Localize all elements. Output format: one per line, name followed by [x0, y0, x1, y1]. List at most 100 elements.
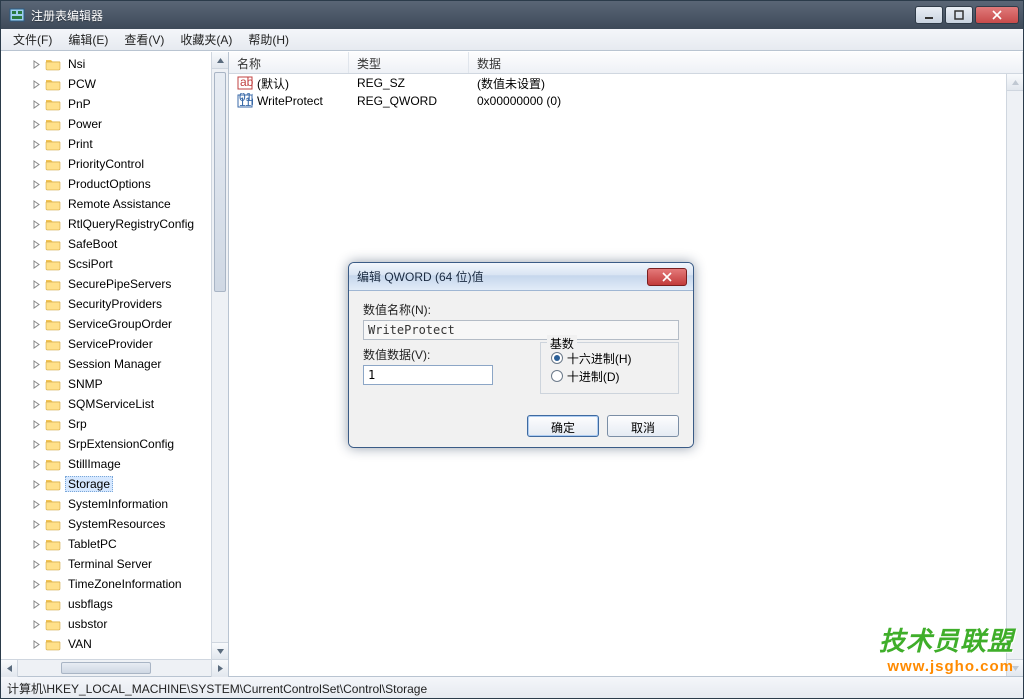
- tree-item[interactable]: SecurityProviders: [3, 294, 228, 314]
- tree-item[interactable]: ScsiPort: [3, 254, 228, 274]
- expand-icon[interactable]: [31, 159, 41, 169]
- expand-icon[interactable]: [31, 99, 41, 109]
- expand-icon[interactable]: [31, 119, 41, 129]
- tree-item[interactable]: usbstor: [3, 614, 228, 634]
- expand-icon[interactable]: [31, 199, 41, 209]
- expand-icon[interactable]: [31, 459, 41, 469]
- tree-item[interactable]: SystemResources: [3, 514, 228, 534]
- registry-tree[interactable]: NsiPCW PnP PowerPrintPriorityControl Produc…: [1, 52, 228, 656]
- expand-icon[interactable]: [31, 279, 41, 289]
- tree-item[interactable]: ProductOptions: [3, 174, 228, 194]
- expand-icon[interactable]: [31, 319, 41, 329]
- expand-icon[interactable]: [31, 559, 41, 569]
- expand-icon[interactable]: [31, 639, 41, 649]
- cancel-button[interactable]: 取消: [607, 415, 679, 437]
- tree-item[interactable]: ServiceProvider: [3, 334, 228, 354]
- expand-icon[interactable]: [31, 139, 41, 149]
- list-row[interactable]: ab(默认)REG_SZ(数值未设置): [229, 74, 1023, 92]
- radio-dec-label: 十进制(D): [567, 368, 620, 385]
- value-name-field: WriteProtect: [363, 320, 679, 340]
- expand-icon[interactable]: [31, 359, 41, 369]
- radio-hex[interactable]: [551, 352, 563, 364]
- string-value-icon: ab: [237, 75, 253, 91]
- tree-item[interactable]: SNMP: [3, 374, 228, 394]
- menu-help[interactable]: 帮助(H): [240, 29, 297, 50]
- tree-horizontal-scrollbar[interactable]: [1, 659, 228, 676]
- tree-item[interactable]: PnP: [3, 94, 228, 114]
- ok-button[interactable]: 确定: [527, 415, 599, 437]
- hscroll-thumb[interactable]: [61, 662, 151, 674]
- expand-icon[interactable]: [31, 239, 41, 249]
- scroll-left-icon[interactable]: [1, 660, 18, 677]
- folder-icon: [45, 157, 61, 171]
- value-data-input[interactable]: [363, 365, 493, 385]
- tree-item[interactable]: SQMServiceList: [3, 394, 228, 414]
- scroll-up-icon[interactable]: [1007, 74, 1023, 91]
- scroll-up-icon[interactable]: [212, 52, 228, 69]
- menu-file[interactable]: 文件(F): [5, 29, 60, 50]
- radio-dec-row[interactable]: 十进制(D): [551, 367, 668, 385]
- expand-icon[interactable]: [31, 419, 41, 429]
- list-vertical-scrollbar[interactable]: [1006, 74, 1023, 676]
- tree-item[interactable]: SecurePipeServers: [3, 274, 228, 294]
- column-data[interactable]: 数据: [469, 52, 1023, 73]
- column-name[interactable]: 名称: [229, 52, 349, 73]
- tree-item[interactable]: StillImage: [3, 454, 228, 474]
- maximize-button[interactable]: [945, 6, 973, 24]
- tree-item[interactable]: RtlQueryRegistryConfig: [3, 214, 228, 234]
- minimize-button[interactable]: [915, 6, 943, 24]
- tree-item[interactable]: Session Manager: [3, 354, 228, 374]
- tree-item-label: PnP: [65, 96, 94, 112]
- expand-icon[interactable]: [31, 599, 41, 609]
- expand-icon[interactable]: [31, 179, 41, 189]
- dialog-close-button[interactable]: [647, 268, 687, 286]
- tree-item[interactable]: SafeBoot: [3, 234, 228, 254]
- expand-icon[interactable]: [31, 499, 41, 509]
- tree-item[interactable]: VAN: [3, 634, 228, 654]
- tree-item[interactable]: ServiceGroupOrder: [3, 314, 228, 334]
- column-type[interactable]: 类型: [349, 52, 469, 73]
- scroll-right-icon[interactable]: [211, 660, 228, 677]
- expand-icon[interactable]: [31, 579, 41, 589]
- tree-item[interactable]: PriorityControl: [3, 154, 228, 174]
- scroll-down-icon[interactable]: [212, 642, 228, 659]
- list-row[interactable]: 011110WriteProtectREG_QWORD0x00000000 (0…: [229, 92, 1023, 110]
- tree-item[interactable]: Power: [3, 114, 228, 134]
- close-button[interactable]: [975, 6, 1019, 24]
- tree-item[interactable]: usbflags: [3, 594, 228, 614]
- tree-item-label: ScsiPort: [65, 256, 116, 272]
- expand-icon[interactable]: [31, 539, 41, 549]
- expand-icon[interactable]: [31, 379, 41, 389]
- tree-item[interactable]: Storage: [3, 474, 228, 494]
- scroll-down-icon[interactable]: [1007, 659, 1023, 676]
- radio-dec[interactable]: [551, 370, 563, 382]
- expand-icon[interactable]: [31, 519, 41, 529]
- tree-item[interactable]: Print: [3, 134, 228, 154]
- expand-icon[interactable]: [31, 79, 41, 89]
- scroll-thumb[interactable]: [214, 72, 226, 292]
- menu-favorites[interactable]: 收藏夹(A): [172, 29, 240, 50]
- tree-item[interactable]: PCW: [3, 74, 228, 94]
- tree-item[interactable]: Srp: [3, 414, 228, 434]
- expand-icon[interactable]: [31, 479, 41, 489]
- expand-icon[interactable]: [31, 399, 41, 409]
- tree-item[interactable]: TabletPC: [3, 534, 228, 554]
- tree-item[interactable]: Terminal Server: [3, 554, 228, 574]
- expand-icon[interactable]: [31, 259, 41, 269]
- tree-item[interactable]: TimeZoneInformation: [3, 574, 228, 594]
- folder-icon: [45, 117, 61, 131]
- expand-icon[interactable]: [31, 219, 41, 229]
- expand-icon[interactable]: [31, 339, 41, 349]
- tree-item-label: ProductOptions: [65, 176, 154, 192]
- tree-item[interactable]: Remote Assistance: [3, 194, 228, 214]
- tree-vertical-scrollbar[interactable]: [211, 52, 228, 659]
- expand-icon[interactable]: [31, 619, 41, 629]
- menu-edit[interactable]: 编辑(E): [60, 29, 116, 50]
- expand-icon[interactable]: [31, 439, 41, 449]
- tree-item[interactable]: SystemInformation: [3, 494, 228, 514]
- tree-item[interactable]: SrpExtensionConfig: [3, 434, 228, 454]
- menu-view[interactable]: 查看(V): [116, 29, 172, 50]
- tree-item[interactable]: Nsi: [3, 54, 228, 74]
- expand-icon[interactable]: [31, 59, 41, 69]
- expand-icon[interactable]: [31, 299, 41, 309]
